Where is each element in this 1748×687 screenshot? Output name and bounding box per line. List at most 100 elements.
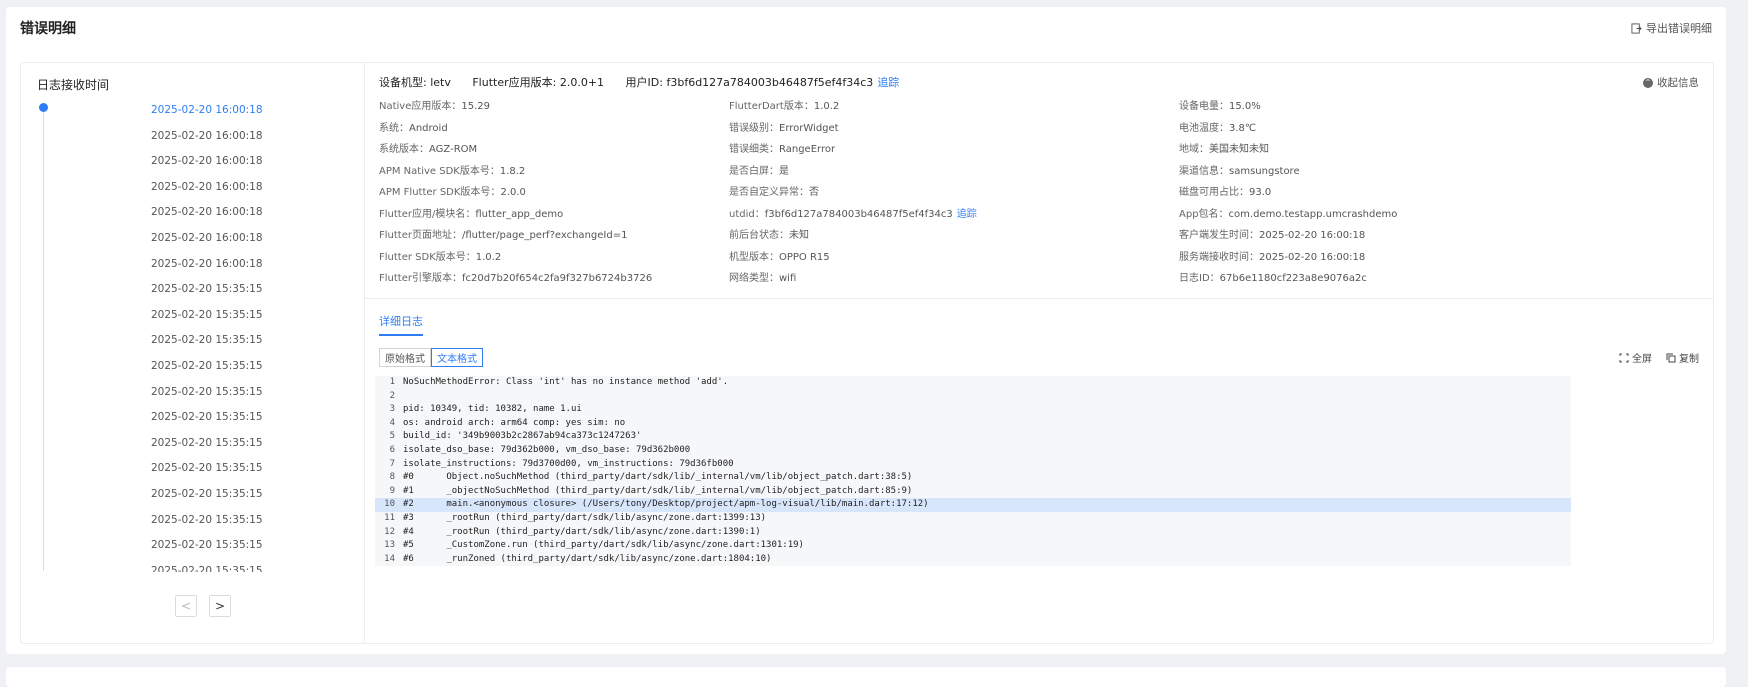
collapse-label: 收起信息 — [1657, 77, 1699, 89]
code-text: #0 Object.noSuchMethod (third_party/dart… — [403, 472, 913, 483]
code-text: build_id: '349b9003b2c2867ab94ca373c1247… — [403, 431, 642, 442]
info-item: 磁盘可用占比：93.0 — [1179, 182, 1397, 204]
copy-icon — [1666, 353, 1676, 362]
code-text: #3 _rootRun (third_party/dart/sdk/lib/as… — [403, 512, 767, 523]
timeline-item[interactable]: 2025-02-20 15:35:15 — [21, 277, 346, 303]
timeline-list[interactable]: 2025-02-20 16:00:18 2025-02-20 16:00:18 20… — [21, 98, 346, 572]
next-page-button[interactable]: > — [209, 595, 231, 617]
collapse-info-button[interactable]: ⌃ 收起信息 — [1643, 75, 1699, 90]
header-row: 设备机型: letv Flutter应用版本: 2.0.0+1 用户ID: f3… — [379, 74, 917, 90]
format-text-button[interactable]: 文本格式 — [431, 348, 483, 367]
info-value: f3bf6d127a784003b46487f5ef4f34c3 — [764, 208, 953, 220]
info-label: 电池温度： — [1179, 122, 1229, 134]
info-label: APM Flutter SDK版本号： — [379, 187, 501, 198]
info-value: 15.0% — [1229, 101, 1261, 112]
code-line: 9 #1 _objectNoSuchMethod (third_party/dar… — [375, 485, 1571, 499]
trace-link[interactable]: 追踪 — [957, 209, 977, 220]
timeline-item[interactable]: 2025-02-20 15:35:15 — [21, 559, 346, 572]
info-label: 是否白屏： — [729, 165, 779, 177]
code-line: 14 #6 _runZoned (third_party/dart/sdk/lib… — [375, 553, 1571, 566]
code-line: 1 NoSuchMethodError: Class 'int' has no i… — [375, 376, 1571, 390]
timeline-item[interactable]: 2025-02-20 16:00:18 — [21, 149, 346, 175]
info-item: APM Native SDK版本号：1.8.2 — [379, 161, 652, 183]
timeline-item[interactable]: 2025-02-20 16:00:18 — [21, 226, 346, 252]
info-value: flutter_app_demo — [475, 208, 564, 220]
info-label: 服务端接收时间： — [1179, 251, 1259, 263]
info-value: Android — [409, 122, 448, 134]
fullscreen-button[interactable]: 全屏 — [1619, 350, 1652, 365]
code-line: 8 #0 Object.noSuchMethod (third_party/dar… — [375, 471, 1571, 485]
timeline-item[interactable]: 2025-02-20 15:35:15 — [21, 328, 346, 354]
timeline-item[interactable]: 2025-02-20 16:00:18 — [21, 200, 346, 226]
detail-container: 日志接收时间 2025-02-20 16:00:18 2025-02-20 16:… — [20, 62, 1714, 644]
timeline-item[interactable]: 2025-02-20 15:35:15 — [21, 482, 346, 508]
info-item: 客户端发生时间：2025-02-20 16:00:18 — [1179, 225, 1397, 247]
code-line: 10 #2 main.<anonymous closure> (/Users/to… — [375, 498, 1571, 512]
info-value: 2025-02-20 16:00:18 — [1259, 251, 1366, 263]
code-text: NoSuchMethodError: Class 'int' has no in… — [403, 377, 729, 387]
format-raw-button[interactable]: 原始格式 — [379, 348, 431, 367]
info-item: 错误级别：ErrorWidget — [729, 118, 977, 140]
timeline-item[interactable]: 2025-02-20 15:35:15 — [21, 431, 346, 457]
info-item: App包名：com.demo.testapp.umcrashdemo — [1179, 204, 1397, 226]
info-value: ErrorWidget — [779, 122, 839, 134]
collapse-icon: ⌃ — [1643, 77, 1653, 88]
line-number: 14 — [384, 553, 395, 564]
detail-panel: 设备机型: letv Flutter应用版本: 2.0.0+1 用户ID: f3… — [365, 63, 1713, 643]
info-label: Flutter引擎版本： — [379, 273, 462, 284]
divider — [365, 298, 1713, 299]
timeline-item[interactable]: 2025-02-20 15:35:15 — [21, 303, 346, 329]
line-number: 8 — [389, 472, 395, 483]
info-label: 是否自定义异常： — [729, 187, 809, 198]
timeline-item[interactable]: 2025-02-20 16:00:18 — [21, 252, 346, 278]
timeline-item[interactable]: 2025-02-20 15:35:15 — [21, 354, 346, 380]
info-item: Flutter应用/模块名：flutter_app_demo — [379, 204, 652, 226]
info-item: 日志ID：67b6e1180cf223a8e9076a2c — [1179, 268, 1397, 290]
line-number: 6 — [389, 444, 395, 455]
timeline-item[interactable]: 2025-02-20 15:35:15 — [21, 533, 346, 559]
export-label: 导出错误明细 — [1646, 22, 1712, 35]
timeline-item[interactable]: 2025-02-20 15:35:15 — [21, 508, 346, 534]
info-item: FlutterDart版本：1.0.2 — [729, 96, 977, 118]
info-label: 磁盘可用占比： — [1179, 187, 1249, 198]
info-value: AGZ-ROM — [429, 144, 478, 155]
info-label: Native应用版本： — [379, 101, 462, 112]
prev-page-button[interactable]: < — [175, 595, 197, 617]
code-line: 13 #5 _CustomZone.run (third_party/dart/s… — [375, 539, 1571, 553]
copy-button[interactable]: 复制 — [1666, 350, 1699, 365]
info-label: 日志ID： — [1179, 273, 1220, 284]
info-label: 客户端发生时间： — [1179, 230, 1259, 241]
timeline-title: 日志接收时间 — [37, 78, 110, 92]
info-value: 1.8.2 — [499, 165, 526, 177]
info-label: App包名： — [1179, 208, 1229, 220]
info-label: APM Native SDK版本号： — [379, 165, 500, 177]
info-value: 否 — [809, 187, 819, 198]
info-value: 未知 — [789, 230, 809, 241]
info-label: 前后台状态： — [729, 230, 789, 241]
info-item: 渠道信息：samsungstore — [1179, 161, 1397, 183]
code-line: 2 — [375, 390, 1571, 404]
export-button[interactable]: 导出错误明细 — [1631, 20, 1712, 36]
trace-link[interactable]: 追踪 — [877, 76, 899, 89]
timeline-item[interactable]: 2025-02-20 15:35:15 — [21, 380, 346, 406]
timeline-item[interactable]: 2025-02-20 15:35:15 — [21, 405, 346, 431]
log-code-view[interactable]: 1 NoSuchMethodError: Class 'int' has no i… — [375, 376, 1571, 566]
tab-detail-log[interactable]: 详细日志 — [379, 313, 423, 336]
info-item: 设备电量：15.0% — [1179, 96, 1397, 118]
info-value: 1.0.2 — [475, 251, 502, 263]
timeline-item[interactable]: 2025-02-20 16:00:18 — [21, 98, 346, 124]
info-item: 是否自定义异常：否 — [729, 182, 977, 204]
code-text: #2 main.<anonymous closure> (/Users/tony… — [403, 499, 929, 510]
timeline-item[interactable]: 2025-02-20 15:35:15 — [21, 456, 346, 482]
info-item: 服务端接收时间：2025-02-20 16:00:18 — [1179, 247, 1397, 269]
code-line: 11 #3 _rootRun (third_party/dart/sdk/lib/… — [375, 512, 1571, 526]
line-number: 9 — [389, 485, 395, 496]
timeline-item[interactable]: 2025-02-20 16:00:18 — [21, 175, 346, 201]
info-value: 15.29 — [461, 101, 491, 112]
info-item: 网络类型：wifi — [729, 268, 977, 290]
timeline-item[interactable]: 2025-02-20 16:00:18 — [21, 124, 346, 150]
code-line: 3 pid: 10349, tid: 10382, name 1.ui — [375, 403, 1571, 417]
code-text: #5 _CustomZone.run (third_party/dart/sdk… — [403, 540, 804, 551]
info-item: Native应用版本：15.29 — [379, 96, 652, 118]
info-label: Flutter页面地址： — [379, 230, 462, 241]
